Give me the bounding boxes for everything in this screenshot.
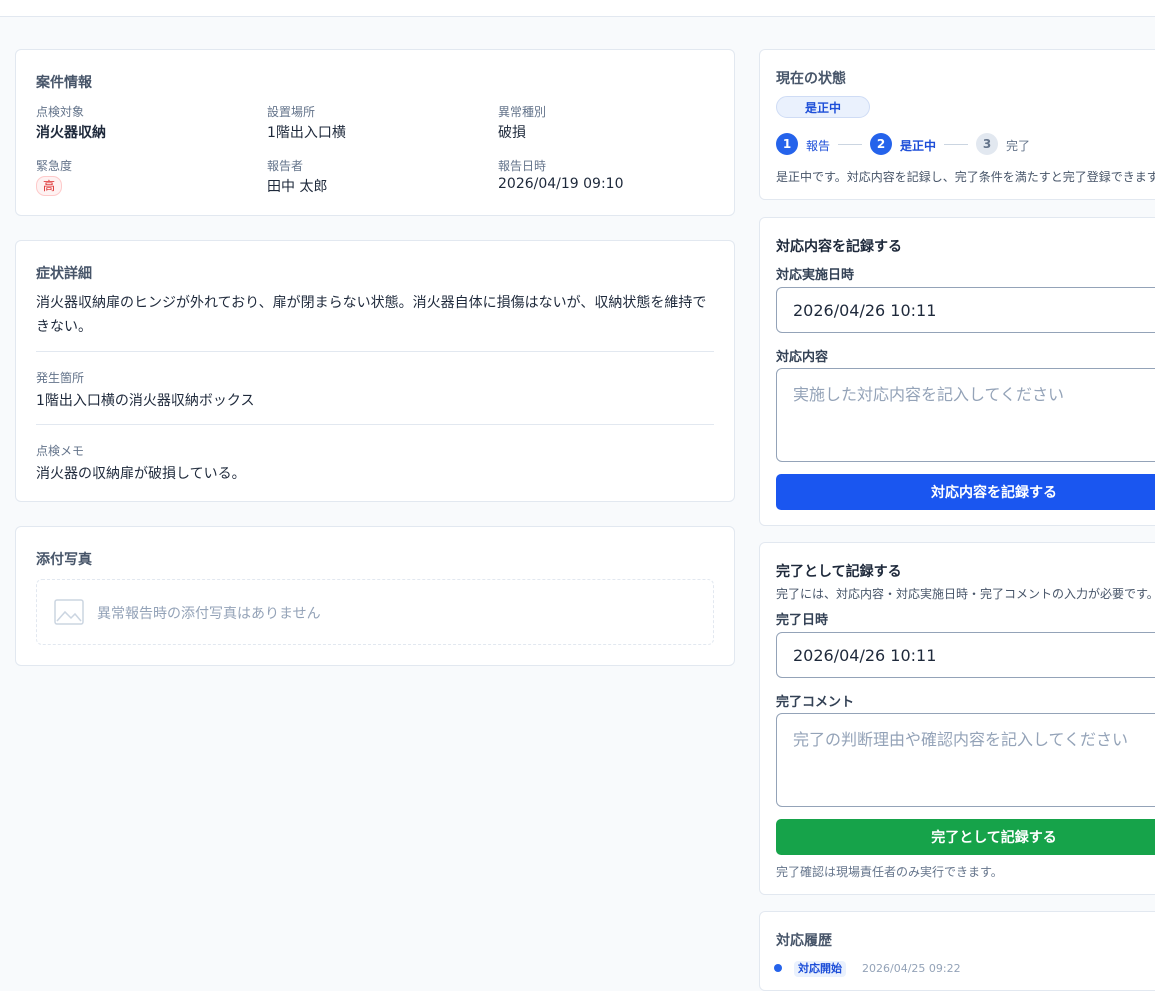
photos-title: 添付写真 — [36, 552, 92, 568]
install-location-value: 1階出入口横 — [267, 125, 346, 141]
completion-date-label: 完了日時 — [776, 613, 829, 628]
history-item-time: 2026/04/25 09:22 — [862, 962, 961, 975]
step-connector — [944, 144, 968, 145]
urgency-badge: 高 — [36, 176, 63, 196]
response-datetime-input[interactable] — [776, 287, 1155, 333]
anomaly-type-label: 異常種別 — [498, 105, 547, 119]
step-2-label: 是正中 — [900, 139, 937, 153]
symptom-card: 症状詳細 消火器収納扉のヒンジが外れており、扉が閉まらない状態。消火器自体に損傷… — [15, 240, 735, 502]
photo-empty-text: 異常報告時の添付写真はありません — [97, 606, 321, 622]
completion-comment-textarea[interactable] — [776, 713, 1155, 807]
step-1-number: 1 — [776, 133, 798, 155]
occurrence-location-value: 1階出入口横の消火器収納ボックス — [36, 393, 255, 409]
anomaly-type-value: 破損 — [498, 125, 526, 141]
status-badge: 是正中 — [776, 96, 870, 118]
history-card: 対応履歴 対応開始 2026/04/25 09:22 — [759, 911, 1155, 991]
symptom-description-line2: きない。 — [36, 319, 92, 335]
record-completion-button[interactable]: 完了として記録する — [776, 819, 1155, 855]
symptom-description-line1: 消火器収納扉のヒンジが外れており、扉が閉まらない状態。消火器自体に損傷はないが、… — [36, 295, 707, 311]
response-date-label: 対応実施日時 — [776, 268, 855, 283]
case-info-card: 案件情報 点検対象 消火器収納 設置場所 1階出入口横 異常種別 破損 緊急度 … — [15, 49, 735, 216]
report-datetime-value: 2026/04/19 09:10 — [498, 176, 624, 192]
history-title: 対応履歴 — [776, 933, 832, 949]
photo-empty-state: 異常報告時の添付写真はありません — [36, 579, 714, 645]
step-2-number: 2 — [870, 133, 892, 155]
inspection-target-label: 点検対象 — [36, 105, 85, 119]
reporter-value: 田中 太郎 — [267, 179, 328, 195]
occurrence-location-label: 発生箇所 — [36, 371, 85, 385]
completion-datetime-input[interactable] — [776, 632, 1155, 678]
history-item-tag: 対応開始 — [794, 961, 846, 977]
step-connector — [838, 144, 862, 145]
completion-comment-label: 完了コメント — [776, 695, 855, 710]
completion-permission-note: 完了確認は現場責任者のみ実行できます。 — [776, 865, 1003, 879]
case-info-title: 案件情報 — [36, 75, 92, 91]
image-icon — [54, 599, 84, 625]
divider — [36, 351, 714, 352]
install-location-label: 設置場所 — [267, 105, 316, 119]
divider — [36, 424, 714, 425]
inspection-target-value: 消火器収納 — [36, 125, 106, 141]
history-dot — [774, 964, 782, 972]
response-content-label: 対応内容 — [776, 350, 829, 365]
status-card: 現在の状態 是正中 1 報告 2 是正中 3 完了 是正中です。対応内容を記録し… — [759, 49, 1155, 200]
inspection-memo-value: 消火器の収納扉が破損している。 — [36, 466, 246, 482]
record-response-button[interactable]: 対応内容を記録する — [776, 474, 1155, 510]
completion-title: 完了として記録する — [776, 564, 902, 580]
photos-card: 添付写真 異常報告時の添付写真はありません — [15, 526, 735, 666]
urgency-label: 緊急度 — [36, 159, 73, 173]
response-content-textarea[interactable] — [776, 368, 1155, 462]
step-3-label: 完了 — [1006, 139, 1031, 153]
response-card: 対応内容を記録する 対応実施日時 対応内容 対応内容を記録する — [759, 217, 1155, 526]
status-title: 現在の状態 — [776, 71, 846, 87]
reporter-label: 報告者 — [267, 159, 304, 173]
status-description: 是正中です。対応内容を記録し、完了条件を満たすと完了登録できます — [776, 170, 1155, 184]
inspection-memo-label: 点検メモ — [36, 444, 85, 458]
step-1-label: 報告 — [806, 139, 831, 153]
completion-requirement-note: 完了には、対応内容・対応実施日時・完了コメントの入力が必要です。 — [776, 587, 1155, 601]
response-title: 対応内容を記録する — [776, 239, 902, 255]
completion-card: 完了として記録する 完了には、対応内容・対応実施日時・完了コメントの入力が必要で… — [759, 542, 1155, 895]
top-bar — [0, 0, 1155, 17]
report-datetime-label: 報告日時 — [498, 159, 547, 173]
symptom-title: 症状詳細 — [36, 266, 92, 282]
step-3-number: 3 — [976, 133, 998, 155]
